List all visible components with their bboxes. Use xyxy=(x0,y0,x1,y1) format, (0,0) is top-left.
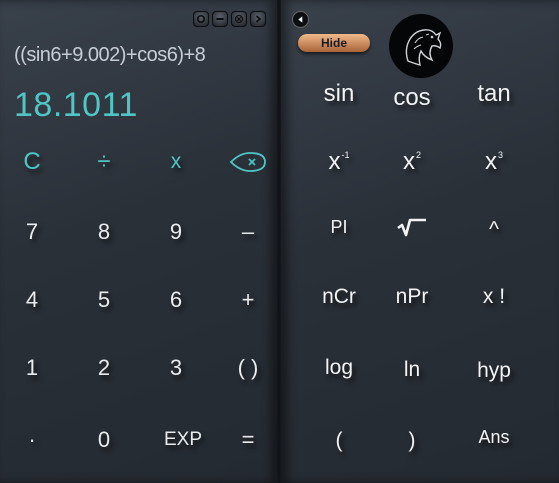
open-paren-button[interactable]: ( xyxy=(302,421,376,461)
digit-3-button[interactable]: 3 xyxy=(148,348,204,388)
divide-button[interactable]: ÷ xyxy=(76,142,132,182)
tan-button[interactable]: tan xyxy=(457,74,531,114)
equals-button[interactable]: = xyxy=(220,420,276,460)
digit-0-button[interactable]: 0 xyxy=(76,420,132,460)
reciprocal-base: x xyxy=(328,148,341,175)
minimize-icon[interactable] xyxy=(212,11,228,27)
square-base: x xyxy=(402,148,415,175)
parentheses-button[interactable]: ( ) xyxy=(220,348,276,388)
reciprocal-button[interactable]: x -1 xyxy=(302,142,376,182)
forward-icon[interactable] xyxy=(250,11,266,27)
clear-button[interactable]: C xyxy=(4,142,60,182)
pi-button[interactable]: PI xyxy=(302,207,376,247)
square-root-icon xyxy=(397,218,426,237)
digit-4-button[interactable]: 4 xyxy=(4,280,60,320)
digit-8-button[interactable]: 8 xyxy=(76,212,132,252)
reciprocal-exponent: -1 xyxy=(341,150,350,160)
window-controls xyxy=(193,11,266,27)
cos-button[interactable]: cos xyxy=(375,78,449,118)
ncr-button[interactable]: nCr xyxy=(302,277,376,317)
close-icon[interactable] xyxy=(231,11,247,27)
ln-button[interactable]: ln xyxy=(375,350,449,390)
basic-calculator-panel: ((sin6+9.002)+cos6)+8 18.1011 C ÷ x 7 8 … xyxy=(0,0,277,483)
digit-7-button[interactable]: 7 xyxy=(4,212,60,252)
multiply-button[interactable]: x xyxy=(148,142,204,182)
minus-button[interactable]: – xyxy=(220,212,276,252)
square-root-button[interactable] xyxy=(375,207,449,247)
hyp-button[interactable]: hyp xyxy=(457,351,531,391)
digit-6-button[interactable]: 6 xyxy=(148,280,204,320)
digit-1-button[interactable]: 1 xyxy=(4,348,60,388)
backspace-button[interactable] xyxy=(220,142,276,182)
cube-exponent: 3 xyxy=(497,150,503,160)
square-button[interactable]: x2 xyxy=(375,142,449,182)
record-icon[interactable] xyxy=(193,11,209,27)
cube-base: x xyxy=(484,148,497,175)
result-display: 18.1011 xyxy=(14,86,138,124)
digit-9-button[interactable]: 9 xyxy=(148,212,204,252)
ans-button[interactable]: Ans xyxy=(457,417,531,457)
log-button[interactable]: log xyxy=(302,348,376,388)
plus-button[interactable]: + xyxy=(220,280,276,320)
npr-button[interactable]: nPr xyxy=(375,277,449,317)
expression-display: ((sin6+9.002)+cos6)+8 xyxy=(14,44,206,66)
close-paren-button[interactable]: ) xyxy=(375,421,449,461)
digit-2-button[interactable]: 2 xyxy=(76,348,132,388)
square-exponent: 2 xyxy=(415,150,421,160)
back-arrow-icon[interactable] xyxy=(292,11,309,28)
decimal-point-button[interactable]: · xyxy=(4,420,60,460)
scientific-panel: Hide sin cos tan x -1 x2 x3 PI ^ nCr nPr … xyxy=(281,0,559,483)
cube-button[interactable]: x3 xyxy=(457,142,531,182)
dragon-logo-icon xyxy=(389,14,453,78)
factorial-button[interactable]: x ! xyxy=(457,277,531,317)
exp-button[interactable]: EXP xyxy=(148,420,218,460)
digit-5-button[interactable]: 5 xyxy=(76,280,132,320)
hide-button[interactable]: Hide xyxy=(298,34,370,52)
sin-button[interactable]: sin xyxy=(302,74,376,114)
backspace-icon xyxy=(229,152,266,172)
power-button[interactable]: ^ xyxy=(457,210,531,250)
